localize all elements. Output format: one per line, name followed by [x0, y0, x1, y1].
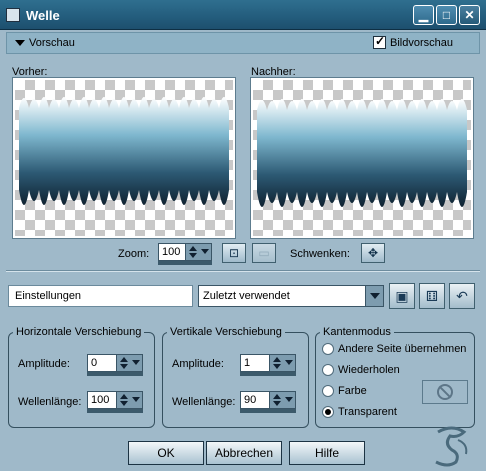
spin-up-icon[interactable]	[273, 357, 281, 362]
vertical-amplitude-value: 1	[244, 357, 251, 369]
horizontal-shift-legend: Horizontale Verschiebung	[16, 326, 142, 338]
zoom-label: Zoom:	[118, 248, 150, 260]
vertical-wavelength-label: Wellenlänge:	[172, 396, 236, 408]
horizontal-amplitude-value: 0	[91, 357, 98, 369]
vertical-wavelength-spinner[interactable]	[269, 392, 295, 408]
spin-down-icon[interactable]	[120, 364, 128, 369]
horizontal-amplitude-label: Amplitude:	[18, 358, 70, 370]
spin-up-icon[interactable]	[120, 394, 128, 399]
spin-down-icon[interactable]	[189, 253, 197, 258]
preview-header[interactable]: Vorschau ✓ Bildvorschau	[6, 32, 480, 54]
zoom-spinner[interactable]	[185, 244, 211, 260]
pan-button[interactable]: ✥	[361, 243, 385, 263]
image-preview-checkbox[interactable]: ✓	[373, 34, 386, 49]
zoom-actual-button[interactable]: ▭	[252, 243, 276, 263]
maximize-button[interactable]: □	[436, 5, 457, 25]
horizontal-wavelength-spinner[interactable]	[116, 392, 142, 408]
title-bar[interactable]: Welle ▁ □ ✕	[0, 0, 486, 30]
horizontal-amplitude-slider[interactable]	[87, 372, 143, 376]
collapse-triangle-icon[interactable]	[15, 40, 25, 46]
radio-repeat[interactable]	[322, 364, 334, 376]
close-button[interactable]: ✕	[459, 5, 480, 25]
no-color-icon	[437, 384, 453, 400]
help-button[interactable]: Hilfe	[289, 441, 365, 465]
horizontal-amplitude-input[interactable]: 0	[87, 354, 143, 372]
dropdown-arrow-icon[interactable]	[132, 397, 140, 402]
radio-label-repeat: Wiederholen	[338, 364, 400, 376]
image-preview-label: Bildvorschau	[390, 37, 453, 49]
after-wave-image	[257, 99, 467, 207]
spin-down-icon[interactable]	[120, 401, 128, 406]
vertical-wavelength-slider[interactable]	[240, 409, 296, 413]
ok-button[interactable]: OK	[128, 441, 204, 465]
checkmark-icon: ✓	[375, 34, 386, 48]
spin-up-icon[interactable]	[189, 246, 197, 251]
dropdown-arrow-icon[interactable]	[201, 249, 209, 254]
pan-label: Schwenken:	[290, 248, 350, 260]
dropdown-arrow-icon[interactable]	[132, 360, 140, 365]
radio-transparent[interactable]	[322, 406, 334, 418]
preset-value: Zuletzt verwendet	[203, 290, 290, 302]
minimize-button[interactable]: ▁	[413, 5, 434, 25]
dice-icon: ⚅	[425, 288, 439, 304]
window-title: Welle	[26, 8, 60, 23]
spin-up-icon[interactable]	[273, 394, 281, 399]
edge-color-swatch[interactable]	[422, 380, 468, 404]
watermark-logo	[435, 426, 468, 467]
floppy-icon: ▣	[395, 288, 409, 304]
radio-label-wrap-other-side: Andere Seite übernehmen	[338, 343, 467, 355]
after-preview[interactable]	[250, 77, 474, 239]
zoom-fit-icon: ⊡	[228, 246, 240, 260]
save-preset-button[interactable]: ▣	[389, 283, 415, 309]
maximize-icon: □	[442, 8, 451, 22]
radio-wrap-other-side[interactable]	[322, 343, 334, 355]
spin-up-icon[interactable]	[120, 357, 128, 362]
vertical-amplitude-slider[interactable]	[240, 372, 296, 376]
undo-icon: ↶	[456, 288, 468, 304]
before-preview[interactable]	[12, 77, 236, 239]
horizontal-wavelength-value: 100	[91, 394, 110, 406]
app-icon	[6, 8, 20, 22]
zoom-actual-icon: ▭	[258, 246, 270, 260]
settings-label: Einstellungen	[8, 285, 193, 307]
vertical-amplitude-input[interactable]: 1	[240, 354, 296, 372]
vertical-amplitude-label: Amplitude:	[172, 358, 224, 370]
vertical-shift-legend: Vertikale Verschiebung	[170, 326, 282, 338]
randomize-button[interactable]: ⚅	[419, 283, 445, 309]
horizontal-amplitude-spinner[interactable]	[116, 355, 142, 371]
radio-color[interactable]	[322, 385, 334, 397]
radio-label-color: Farbe	[338, 385, 367, 397]
reset-button[interactable]: ↶	[449, 283, 475, 309]
spin-down-icon[interactable]	[273, 401, 281, 406]
horizontal-wavelength-input[interactable]: 100	[87, 391, 143, 409]
dropdown-arrow-icon[interactable]	[365, 286, 383, 306]
edge-mode-legend: Kantenmodus	[323, 326, 391, 338]
close-icon: ✕	[464, 8, 475, 22]
vertical-wavelength-value: 90	[244, 394, 257, 406]
divider	[6, 270, 480, 272]
vertical-wavelength-input[interactable]: 90	[240, 391, 296, 409]
cancel-button[interactable]: Abbrechen	[206, 441, 282, 465]
zoom-fit-button[interactable]: ⊡	[222, 243, 246, 263]
minimize-icon: ▁	[418, 8, 429, 22]
move-icon: ✥	[367, 246, 379, 260]
dropdown-arrow-icon[interactable]	[285, 397, 293, 402]
vertical-amplitude-spinner[interactable]	[269, 355, 295, 371]
spin-down-icon[interactable]	[273, 364, 281, 369]
after-label: Nachher:	[251, 66, 296, 78]
before-label: Vorher:	[12, 66, 48, 78]
horizontal-wavelength-slider[interactable]	[87, 409, 143, 413]
preset-dropdown[interactable]: Zuletzt verwendet	[198, 285, 384, 307]
horizontal-wavelength-label: Wellenlänge:	[18, 396, 82, 408]
radio-label-transparent: Transparent	[338, 406, 397, 418]
zoom-value: 100	[162, 246, 181, 258]
preview-section-label: Vorschau	[29, 37, 75, 49]
zoom-field[interactable]: 100	[158, 243, 212, 261]
before-wave-image	[19, 97, 229, 205]
zoom-slider[interactable]	[158, 261, 212, 265]
dropdown-arrow-icon[interactable]	[285, 360, 293, 365]
